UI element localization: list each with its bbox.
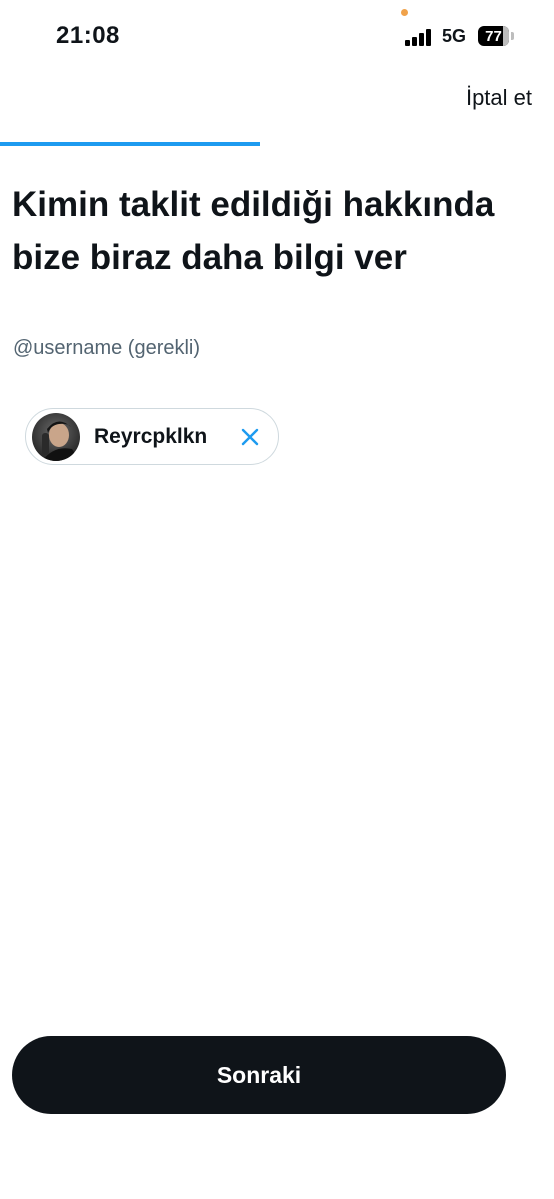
battery-icon: 77 [478,26,509,46]
status-bar: 21:08 5G 77 [0,0,554,70]
network-type: 5G [442,26,467,46]
cellular-signal-icon [405,28,435,46]
battery-tip [511,32,514,40]
progress-bar-fill [0,142,261,146]
battery-level: 77 [485,27,502,45]
selected-account-name: Reyrcpklkn [94,424,208,448]
privacy-indicator-dot [401,9,408,16]
status-time: 21:08 [56,22,120,49]
avatar [32,412,80,461]
next-button[interactable]: Sonraki [12,1036,506,1114]
selected-account-chip[interactable]: Reyrcpklkn [25,408,279,465]
page-title: Kimin taklit edildiği hakkında bize bira… [12,185,495,277]
close-icon[interactable] [240,427,260,447]
username-hint: @username (gerekli) [13,337,201,359]
cancel-button[interactable]: İptal et [466,85,532,111]
progress-bar [0,142,554,146]
